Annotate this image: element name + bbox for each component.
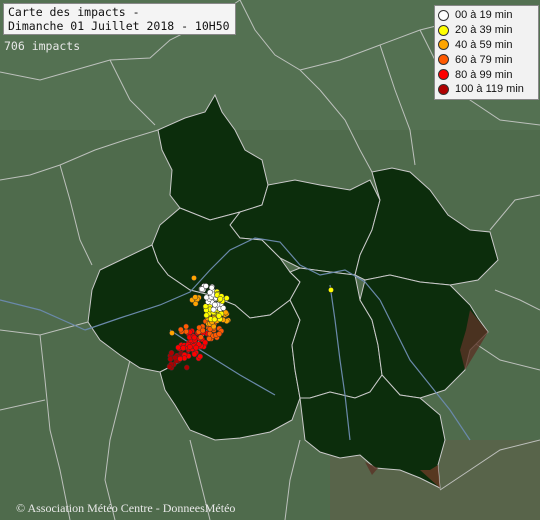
impact-marker [198, 334, 204, 341]
impact-marker [199, 327, 206, 334]
impact-marker [207, 289, 213, 296]
legend-item: 20 à 39 min [438, 23, 538, 38]
impact-marker [212, 301, 218, 308]
map-title-line1: Carte des impacts - [8, 5, 140, 19]
legend-swatch-icon [438, 9, 449, 21]
impact-marker [203, 283, 209, 289]
impact-marker [220, 305, 227, 311]
legend-label: 80 à 99 min [455, 68, 513, 81]
impact-marker [172, 354, 178, 361]
legend-label: 60 à 79 min [455, 53, 513, 66]
impact-marker [197, 353, 204, 360]
map-title: Carte des impacts - Dimanche 01 Juillet … [3, 3, 236, 35]
impact-marker [203, 312, 210, 319]
lightning-map: Carte des impacts - Dimanche 01 Juillet … [0, 0, 540, 520]
legend-item: 60 à 79 min [438, 52, 538, 67]
impact-marker [168, 349, 175, 356]
legend-swatch-icon [438, 69, 449, 81]
legend-swatch-icon [438, 39, 449, 51]
legend-item: 00 à 19 min [438, 8, 538, 23]
impact-marker [223, 295, 230, 301]
impact-marker [328, 287, 334, 293]
impact-marker [166, 363, 173, 370]
legend-swatch-icon [438, 54, 449, 66]
impact-marker [187, 344, 193, 350]
impact-marker [202, 339, 209, 346]
impact-marker [206, 335, 213, 342]
legend-item: 40 à 59 min [438, 38, 538, 53]
impact-marker [208, 284, 215, 291]
impact-marker [191, 334, 198, 341]
impact-marker [169, 330, 175, 336]
impact-count: 706 impacts [4, 39, 81, 53]
impact-marker [175, 344, 182, 351]
impact-marker [217, 296, 224, 302]
legend-swatch-icon [438, 83, 449, 95]
impact-marker [180, 345, 187, 351]
impact-marker [210, 306, 217, 313]
legend-item: 80 à 99 min [438, 67, 538, 82]
legend-label: 00 à 19 min [455, 9, 513, 22]
impact-marker [216, 313, 222, 319]
impact-marker [193, 344, 199, 351]
credit-text: © Association Météo Centre - DonneesMété… [16, 501, 236, 515]
impact-marker [177, 355, 183, 362]
impact-marker [216, 331, 223, 337]
legend-item: 100 à 119 min [438, 82, 538, 97]
legend-swatch-icon [438, 24, 449, 36]
impact-marker [177, 326, 184, 333]
legend-label: 20 à 39 min [455, 24, 513, 37]
impact-marker [183, 323, 189, 330]
impact-marker [191, 275, 197, 281]
impact-marker [192, 294, 199, 301]
legend-label: 40 à 59 min [455, 38, 513, 51]
impact-marker [203, 294, 210, 301]
impact-marker [183, 364, 190, 371]
map-title-line2: Dimanche 01 Juillet 2018 - 10H50 [8, 19, 230, 33]
impact-marker [211, 316, 218, 323]
legend: 00 à 19 min 20 à 39 min 40 à 59 min 60 à 79… [434, 5, 539, 100]
legend-label: 100 à 119 min [455, 83, 524, 96]
impact-marker [191, 351, 198, 358]
